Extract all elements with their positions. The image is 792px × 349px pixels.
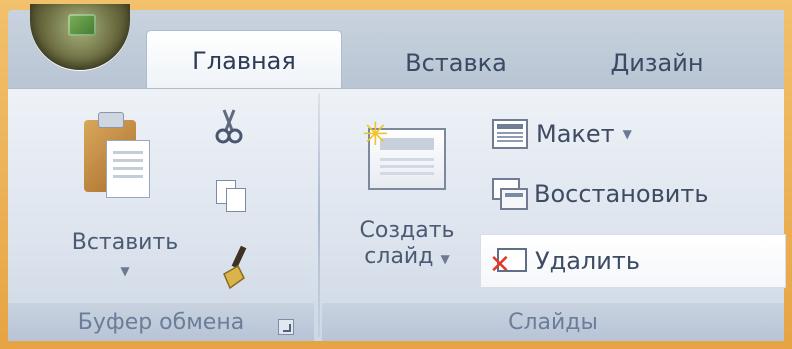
- reset-button[interactable]: Восстановить: [492, 174, 708, 214]
- delete-x-icon: ✕: [489, 250, 511, 280]
- clipboard-clip: [98, 112, 124, 128]
- slides-group-label-text: Слайды: [508, 309, 598, 335]
- ribbon-tab-strip: Главная Вставка Дизайн: [8, 4, 784, 91]
- new-slide-dropdown-arrow: ▼: [440, 252, 450, 266]
- new-slide-button[interactable]: Создать слайд ▼: [344, 218, 470, 272]
- new-slide-label-line2: слайд: [364, 244, 434, 269]
- tab-insert[interactable]: Вставка: [386, 36, 526, 90]
- scissors-icon[interactable]: [214, 108, 244, 146]
- layout-label: Макет: [536, 120, 615, 148]
- new-slide-star-icon: ✳: [362, 115, 389, 153]
- tab-home-label: Главная: [192, 47, 296, 75]
- delete-label: Удалить: [535, 247, 640, 275]
- new-slide-icon[interactable]: ✳: [362, 115, 446, 194]
- reset-icon: [492, 178, 528, 210]
- paste-clipboard-icon[interactable]: [84, 112, 150, 202]
- reset-icon-front: [500, 188, 528, 210]
- tab-insert-label: Вставка: [405, 49, 507, 77]
- office-button[interactable]: [30, 4, 130, 70]
- slides-group-label: Слайды: [322, 303, 784, 341]
- new-slide-label-line1: Создать: [359, 218, 455, 243]
- copy-page-front: [226, 188, 246, 212]
- reset-label: Восстановить: [534, 180, 709, 208]
- tab-design[interactable]: Дизайн: [582, 36, 732, 90]
- group-separator: [318, 93, 320, 337]
- layout-button[interactable]: Макет ▼: [492, 114, 632, 154]
- clipboard-group-label: Буфер обмена: [8, 303, 314, 341]
- copy-icon[interactable]: [216, 180, 246, 212]
- delete-button[interactable]: ✕ Удалить: [480, 234, 786, 288]
- paste-button[interactable]: Вставить ▼: [50, 230, 200, 284]
- clipboard-paper: [106, 140, 150, 198]
- clipboard-dialog-launcher[interactable]: [278, 319, 294, 335]
- tab-home[interactable]: Главная: [146, 30, 342, 91]
- layout-icon: [492, 119, 528, 149]
- clipboard-group-label-text: Буфер обмена: [77, 309, 245, 335]
- paste-label: Вставить: [71, 230, 179, 255]
- paste-dropdown-arrow: ▼: [120, 264, 130, 278]
- layout-dropdown-arrow: ▼: [622, 127, 632, 141]
- delete-slide-icon: ✕: [489, 246, 527, 280]
- tab-design-label: Дизайн: [610, 49, 704, 77]
- format-painter-icon[interactable]: [218, 244, 254, 290]
